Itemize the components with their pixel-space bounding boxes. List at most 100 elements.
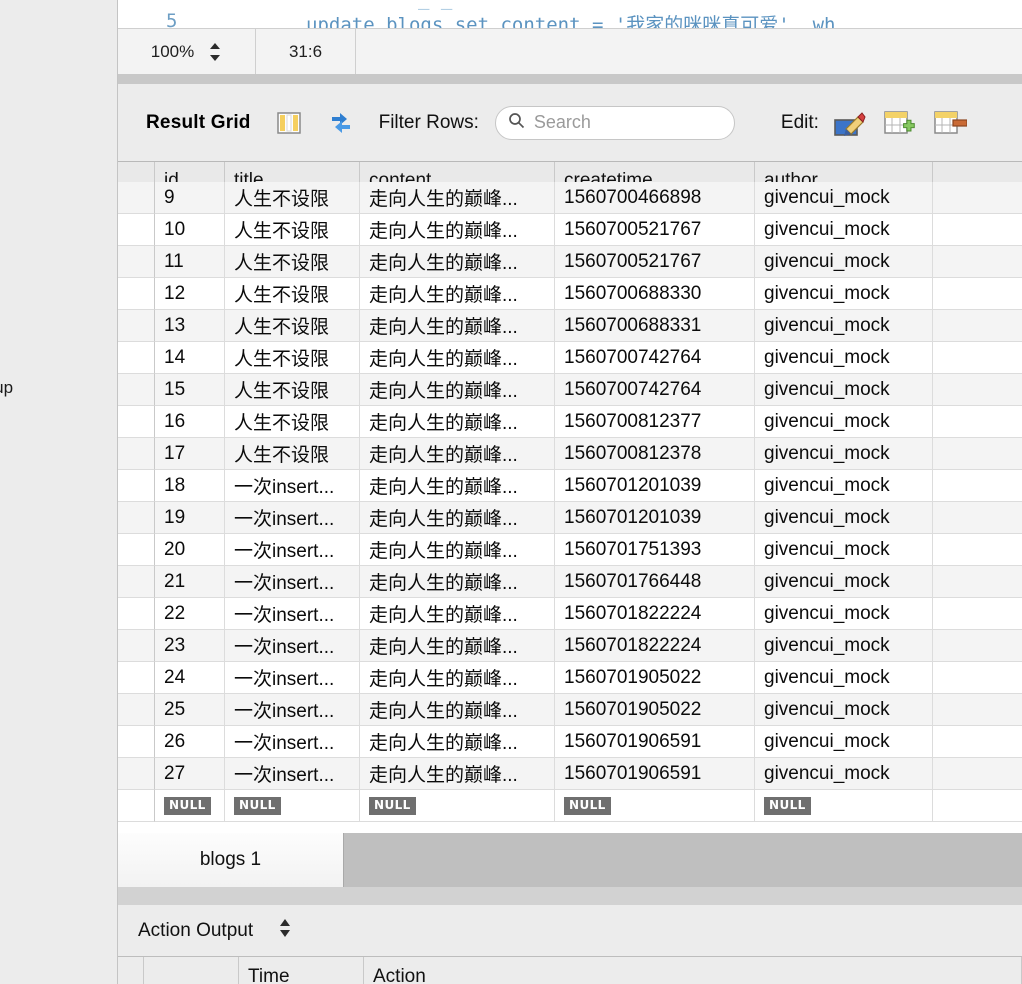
cell-title[interactable]: 一次insert...	[225, 566, 360, 598]
row-selector-cell[interactable]	[118, 726, 155, 758]
cell-author[interactable]: givencui_mock	[755, 534, 933, 566]
cell-createtime[interactable]: 1560701905022	[555, 662, 755, 694]
cell-id[interactable]: 13	[155, 310, 225, 342]
table-row[interactable]: 11 人生不设限 走向人生的巅峰... 1560700521767 givencui_m…	[118, 246, 1022, 278]
cell-content[interactable]: 走向人生的巅峰...	[360, 534, 555, 566]
table-row[interactable]: 18 一次insert... 走向人生的巅峰... 1560701201039 give…	[118, 470, 1022, 502]
null-cell-title[interactable]: NULL	[225, 790, 360, 822]
cell-id[interactable]: 19	[155, 502, 225, 534]
cell-content[interactable]: 走向人生的巅峰...	[360, 278, 555, 310]
cell-title[interactable]: 人生不设限	[225, 214, 360, 246]
cell-createtime[interactable]: 1560700466898	[555, 182, 755, 214]
cell-createtime[interactable]: 1560701906591	[555, 758, 755, 790]
table-row[interactable]: 17 人生不设限 走向人生的巅峰... 1560700812378 givencui_m…	[118, 438, 1022, 470]
cell-content[interactable]: 走向人生的巅峰...	[360, 406, 555, 438]
cell-title[interactable]: 一次insert...	[225, 470, 360, 502]
table-row[interactable]: 26 一次insert... 走向人生的巅峰... 1560701906591 give…	[118, 726, 1022, 758]
table-row[interactable]: 25 一次insert... 走向人生的巅峰... 1560701905022 give…	[118, 694, 1022, 726]
cell-title[interactable]: 人生不设限	[225, 342, 360, 374]
table-row[interactable]: 14 人生不设限 走向人生的巅峰... 1560700742764 givencui_m…	[118, 342, 1022, 374]
table-row[interactable]: 15 人生不设限 走向人生的巅峰... 1560700742764 givencui_m…	[118, 374, 1022, 406]
row-selector-cell[interactable]	[118, 342, 155, 374]
cell-createtime[interactable]: 1560700812377	[555, 406, 755, 438]
cell-author[interactable]: givencui_mock	[755, 694, 933, 726]
cell-title[interactable]: 一次insert...	[225, 534, 360, 566]
result-grid[interactable]: id title content createtime author 9 人生不设…	[118, 162, 1022, 834]
cell-author[interactable]: givencui_mock	[755, 630, 933, 662]
cell-title[interactable]: 人生不设限	[225, 278, 360, 310]
cell-author[interactable]: givencui_mock	[755, 278, 933, 310]
cell-content[interactable]: 走向人生的巅峰...	[360, 726, 555, 758]
cell-content[interactable]: 走向人生的巅峰...	[360, 374, 555, 406]
cell-author[interactable]: givencui_mock	[755, 182, 933, 214]
cell-author[interactable]: givencui_mock	[755, 374, 933, 406]
cell-title[interactable]: 人生不设限	[225, 438, 360, 470]
cell-title[interactable]: 一次insert...	[225, 502, 360, 534]
cell-id[interactable]: 12	[155, 278, 225, 310]
cell-createtime[interactable]: 1560701201039	[555, 502, 755, 534]
table-row[interactable]: 24 一次insert... 走向人生的巅峰... 1560701905022 give…	[118, 662, 1022, 694]
cell-content[interactable]: 走向人生的巅峰...	[360, 182, 555, 214]
insert-row-icon[interactable]	[883, 108, 917, 138]
cell-id[interactable]: 15	[155, 374, 225, 406]
cell-id[interactable]: 11	[155, 246, 225, 278]
cell-id[interactable]: 21	[155, 566, 225, 598]
stepper-updown-icon[interactable]	[208, 41, 222, 63]
table-row[interactable]: 9 人生不设限 走向人生的巅峰... 1560700466898 givencui_mo…	[118, 182, 1022, 214]
cell-content[interactable]: 走向人生的巅峰...	[360, 758, 555, 790]
row-selector-cell[interactable]	[118, 790, 155, 822]
cell-title[interactable]: 人生不设限	[225, 310, 360, 342]
cell-content[interactable]: 走向人生的巅峰...	[360, 630, 555, 662]
cell-author[interactable]: givencui_mock	[755, 342, 933, 374]
action-output-col-time[interactable]: Time	[239, 957, 364, 984]
action-output-header[interactable]: Action Output	[118, 905, 1022, 957]
row-selector-cell[interactable]	[118, 694, 155, 726]
cell-content[interactable]: 走向人生的巅峰...	[360, 598, 555, 630]
cell-id[interactable]: 16	[155, 406, 225, 438]
new-record-row[interactable]: NULL NULL NULL NULL NULL	[118, 790, 1022, 822]
cell-id[interactable]: 25	[155, 694, 225, 726]
table-row[interactable]: 10 人生不设限 走向人生的巅峰... 1560700521767 givencui_m…	[118, 214, 1022, 246]
cell-author[interactable]: givencui_mock	[755, 214, 933, 246]
cell-createtime[interactable]: 1560701766448	[555, 566, 755, 598]
cell-createtime[interactable]: 1560701751393	[555, 534, 755, 566]
row-selector-cell[interactable]	[118, 662, 155, 694]
null-cell-content[interactable]: NULL	[360, 790, 555, 822]
cell-id[interactable]: 26	[155, 726, 225, 758]
cell-createtime[interactable]: 1560700521767	[555, 214, 755, 246]
cell-title[interactable]: 一次insert...	[225, 598, 360, 630]
row-selector-cell[interactable]	[118, 598, 155, 630]
cell-id[interactable]: 17	[155, 438, 225, 470]
cell-content[interactable]: 走向人生的巅峰...	[360, 566, 555, 598]
cell-id[interactable]: 10	[155, 214, 225, 246]
cell-author[interactable]: givencui_mock	[755, 438, 933, 470]
search-box[interactable]	[494, 105, 735, 140]
search-input[interactable]	[533, 112, 724, 133]
cell-id[interactable]: 20	[155, 534, 225, 566]
cell-author[interactable]: givencui_mock	[755, 470, 933, 502]
cell-content[interactable]: 走向人生的巅峰...	[360, 694, 555, 726]
sql-editor-line[interactable]: _ _ 5 update blogs set content = '我家的咪咪真…	[118, 2, 1022, 28]
cell-id[interactable]: 23	[155, 630, 225, 662]
cell-content[interactable]: 走向人生的巅峰...	[360, 470, 555, 502]
grid-columns-icon[interactable]	[275, 109, 303, 137]
cell-title[interactable]: 一次insert...	[225, 662, 360, 694]
cell-author[interactable]: givencui_mock	[755, 566, 933, 598]
cell-title[interactable]: 人生不设限	[225, 246, 360, 278]
row-selector-cell[interactable]	[118, 278, 155, 310]
cell-title[interactable]: 人生不设限	[225, 182, 360, 214]
cell-createtime[interactable]: 1560701905022	[555, 694, 755, 726]
cell-content[interactable]: 走向人生的巅峰...	[360, 214, 555, 246]
cell-createtime[interactable]: 1560700742764	[555, 374, 755, 406]
cell-author[interactable]: givencui_mock	[755, 502, 933, 534]
sql-editor-sliver[interactable]: _ _ 5 update blogs set content = '我家的咪咪真…	[118, 0, 1022, 28]
cell-content[interactable]: 走向人生的巅峰...	[360, 246, 555, 278]
cell-author[interactable]: givencui_mock	[755, 662, 933, 694]
result-tab-blogs-1[interactable]: blogs 1	[118, 833, 344, 887]
cell-author[interactable]: givencui_mock	[755, 726, 933, 758]
cell-id[interactable]: 27	[155, 758, 225, 790]
row-selector-cell[interactable]	[118, 310, 155, 342]
table-row[interactable]: 22 一次insert... 走向人生的巅峰... 1560701822224 give…	[118, 598, 1022, 630]
action-output-col-action[interactable]: Action	[364, 957, 1022, 984]
cell-id[interactable]: 22	[155, 598, 225, 630]
